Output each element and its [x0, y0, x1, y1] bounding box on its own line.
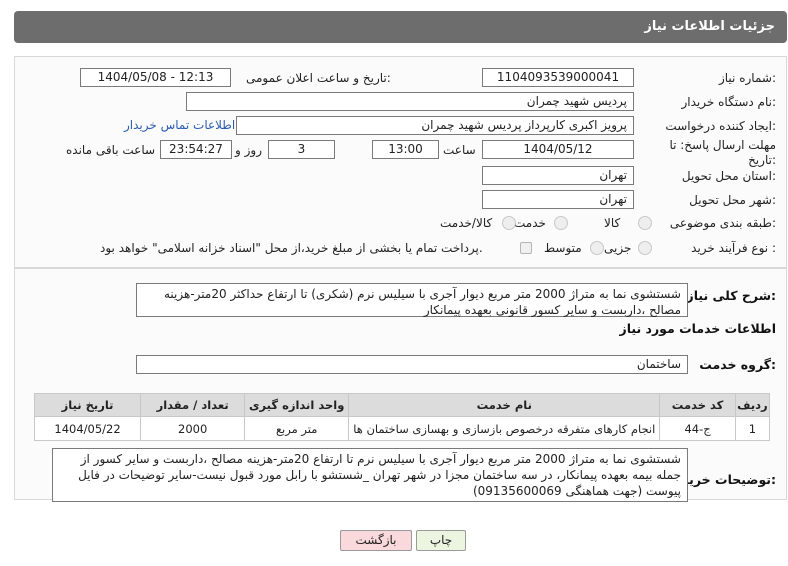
cell-service-code: ج-44	[659, 416, 736, 441]
category-option-goods: کالا	[604, 216, 621, 230]
col-quantity: تعداد / مقدار	[140, 393, 246, 417]
buyer-org-field[interactable]: پردیس شهید چمران	[186, 92, 634, 111]
cell-unit: متر مربع	[244, 416, 350, 441]
services-section-title: اطلاعات خدمات مورد نیاز	[619, 321, 777, 336]
print-button[interactable]: چاپ	[416, 530, 466, 551]
need-number-label: شماره نیاز:	[718, 71, 776, 85]
requester-label: ایجاد کننده درخواست:	[665, 119, 776, 133]
process-label: نوع فرآیند خرید :	[691, 241, 776, 255]
announce-label: تاریخ و ساعت اعلان عمومی:	[246, 71, 391, 85]
payment-note: پرداخت تمام یا بخشی از مبلغ خرید،از محل …	[100, 241, 483, 255]
table-row[interactable]: 1 ج-44 انجام کارهای متفرقه درخصوص بازساز…	[33, 416, 771, 441]
category-option-goods-service: کالا/خدمت	[440, 216, 493, 230]
summary-textarea[interactable]: شستشوی نما به متراژ 2000 متر مربع دیوار …	[136, 283, 688, 317]
col-service-code: کد خدمت	[659, 393, 736, 417]
summary-label: شرح کلی نیاز:	[686, 288, 777, 303]
details-panel	[14, 56, 787, 268]
col-service-name: نام خدمت	[348, 393, 661, 417]
cell-quantity: 2000	[140, 416, 246, 441]
province-label: استان محل تحویل:	[681, 169, 776, 183]
deadline-label-date: تاریخ:	[748, 153, 776, 167]
page-header: جزئیات اطلاعات نیاز	[14, 11, 787, 43]
need-number-field[interactable]: 1104093539000041	[482, 68, 634, 87]
remaining-time-field[interactable]: 23:54:27	[160, 140, 232, 159]
back-button[interactable]: بازگشت	[340, 530, 412, 551]
category-option-service: خدمت	[514, 216, 546, 230]
process-radio-medium[interactable]	[590, 241, 604, 255]
col-unit: واحد اندازه گیری	[244, 393, 350, 417]
service-group-field[interactable]: ساختمان	[136, 355, 688, 374]
cell-service-name: انجام کارهای متفرقه درخصوص بازسازی و بهس…	[348, 416, 661, 441]
category-radio-goods-service[interactable]	[502, 216, 516, 230]
buyer-contact-link[interactable]: اطلاعات تماس خریدار	[124, 118, 235, 132]
service-group-label: گروه خدمت:	[699, 357, 776, 372]
buyer-notes-textarea[interactable]: شستشوی نما به متراژ 2000 متر مربع دیوار …	[52, 448, 688, 502]
remaining-label: ساعت باقی مانده	[66, 143, 156, 157]
announce-field[interactable]: 1404/05/08 - 12:13	[80, 68, 231, 87]
city-label: شهر محل تحویل:	[689, 193, 776, 207]
page-title: جزئیات اطلاعات نیاز	[644, 19, 775, 34]
days-field[interactable]: 3	[268, 140, 335, 159]
process-option-medium: متوسط	[544, 241, 582, 255]
deadline-time-field[interactable]: 13:00	[372, 140, 439, 159]
process-radio-minor[interactable]	[638, 241, 652, 255]
city-field[interactable]: تهران	[482, 190, 634, 209]
process-option-minor: جزیی	[604, 241, 632, 255]
requester-field[interactable]: پرویز اکبری کارپرداز پردیس شهید چمران	[236, 116, 634, 135]
services-table: ردیف کد خدمت نام خدمت واحد اندازه گیری ت…	[33, 393, 771, 441]
category-radio-goods[interactable]	[638, 216, 652, 230]
table-header-row: ردیف کد خدمت نام خدمت واحد اندازه گیری ت…	[33, 393, 771, 417]
category-radio-service[interactable]	[554, 216, 568, 230]
col-need-date: تاریخ نیاز	[33, 393, 142, 417]
deadline-time-label: ساعت	[443, 143, 476, 157]
province-field[interactable]: تهران	[482, 166, 634, 185]
cell-row-number: 1	[734, 416, 771, 441]
treasury-checkbox[interactable]	[520, 242, 532, 254]
deadline-date-field[interactable]: 1404/05/12	[482, 140, 634, 159]
cell-need-date: 1404/05/22	[33, 416, 142, 441]
buyer-org-label: نام دستگاه خریدار:	[681, 95, 777, 109]
category-label: طبقه بندی موضوعی:	[669, 216, 776, 230]
deadline-label: مهلت ارسال پاسخ: تا	[669, 138, 776, 152]
days-label: روز و	[235, 143, 262, 157]
col-row-number: ردیف	[734, 393, 771, 417]
